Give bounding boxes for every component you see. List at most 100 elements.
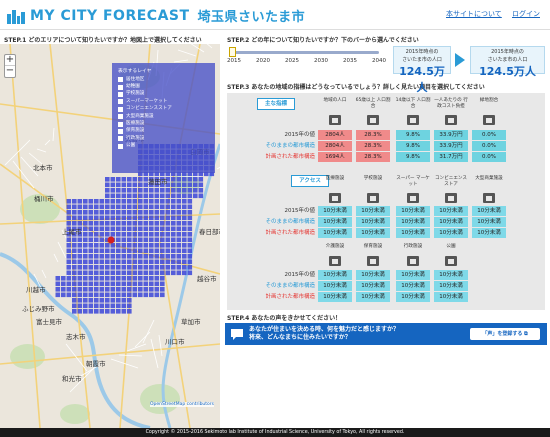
indicator-cell[interactable]: 33.9万円 [434,130,468,140]
mesh-cell [143,237,149,243]
indicator-cell[interactable]: 10分未満 [396,228,430,238]
indicator-cell[interactable]: 10分未満 [318,292,352,302]
mesh-cell [116,292,121,298]
indicator-cell[interactable]: 10分未満 [396,281,430,291]
year-label[interactable]: 2040 [372,58,386,64]
access-header[interactable]: 介護施設 [317,244,353,250]
checkbox-icon[interactable] [118,84,123,90]
access-header[interactable]: 学校施設 [355,176,391,182]
indicator-cell[interactable]: 10分未満 [434,270,468,280]
indicator-cell[interactable]: 10分未満 [318,206,352,216]
mesh-cell [132,215,138,221]
indicator-header[interactable]: 14歳以下 人口割合 [395,98,431,109]
mesh-cell [160,215,165,221]
indicator-cell[interactable]: 0.0% [472,141,506,151]
indicator-header[interactable]: 緑地割合 [471,98,507,104]
indicator-cell[interactable]: 28.3% [356,130,390,140]
indicator-cell[interactable]: 9.8% [396,130,430,140]
access-header[interactable]: コンビニエンス ストア [433,176,469,187]
checkbox-icon[interactable] [118,143,123,149]
access-header[interactable]: 保育施設 [355,244,391,250]
indicator-cell[interactable]: 10分未満 [356,292,390,302]
mesh-cell [77,248,83,254]
indicator-cell[interactable]: 10分未満 [318,217,352,227]
access-header[interactable]: 公園 [433,244,469,250]
map-attribution[interactable]: OpenStreetMap contributors [150,402,214,407]
indicator-cell[interactable]: 10分未満 [356,206,390,216]
indicator-cell[interactable]: 0.0% [472,152,506,162]
indicator-cell[interactable]: 33.9万円 [434,141,468,151]
access-header[interactable]: 大型商業施設 [471,176,507,182]
timeline-track[interactable] [231,51,379,54]
indicator-cell[interactable]: 10分未満 [396,292,430,302]
indicator-cell[interactable]: 28.3% [356,152,390,162]
indicator-cell[interactable]: 9.8% [396,141,430,151]
mesh-cell [110,309,116,314]
year-timeline[interactable]: 2015 2020 2025 2030 2035 2040 [227,45,397,65]
year-label[interactable]: 2035 [343,58,357,64]
checkbox-icon[interactable] [118,106,123,112]
indicator-cell[interactable]: 28.3% [356,141,390,151]
indicator-cell[interactable]: 10分未満 [396,206,430,216]
indicator-cell[interactable]: 10分未満 [434,217,468,227]
row-label: 計画された都市構造 [265,294,315,300]
indicator-cell[interactable]: 10分未満 [472,217,506,227]
people-icon [329,115,341,125]
checkbox-icon[interactable] [118,77,123,83]
indicator-cell[interactable]: 10分未満 [434,228,468,238]
mesh-cell [55,276,61,281]
mesh-cell [176,237,182,243]
year-label[interactable]: 2025 [285,58,299,64]
indicator-cell[interactable]: 10分未満 [318,270,352,280]
site-logo[interactable]: MY CITY FORECAST 埼玉県さいたま市 [6,6,305,25]
indicator-cell[interactable]: 1694人 [318,152,352,162]
section-main-indicators[interactable]: 主な指標 [257,98,295,110]
indicator-cell[interactable]: 10分未満 [396,270,430,280]
mesh-cell [77,243,83,248]
indicator-cell[interactable]: 2804人 [318,141,352,151]
about-link[interactable]: 本サイトについて [446,9,502,19]
indicator-cell[interactable]: 10分未満 [356,217,390,227]
indicator-cell[interactable]: 31.7万円 [434,152,468,162]
checkbox-icon[interactable] [118,99,123,105]
indicator-cell[interactable]: 10分未満 [396,217,430,227]
mesh-cell [121,292,127,298]
zoom-out-button[interactable]: − [5,66,15,77]
checkbox-icon[interactable] [118,136,123,142]
mesh-cell [88,199,94,204]
indicator-header[interactable]: 一人あたりの 行政コスト負担 [433,98,469,109]
indicator-cell[interactable]: 10分未満 [318,228,352,238]
indicator-cell[interactable]: 10分未満 [356,281,390,291]
year-label[interactable]: 2030 [314,58,328,64]
timeline-handle[interactable] [229,47,236,57]
indicator-cell[interactable]: 10分未満 [472,228,506,238]
indicator-header[interactable]: 地域の人口 [317,98,353,104]
mesh-cell [77,292,83,298]
access-header[interactable]: 行政施設 [395,244,431,250]
indicator-cell[interactable]: 10分未満 [472,206,506,216]
layer-item[interactable]: 公園 [118,143,209,150]
indicator-cell[interactable]: 10分未満 [434,281,468,291]
mesh-cell [116,270,121,276]
indicator-cell[interactable]: 10分未満 [434,206,468,216]
mesh-cell [165,254,171,259]
checkbox-icon[interactable] [118,91,123,97]
indicator-header[interactable]: 65歳以上 人口割合 [355,98,391,109]
access-header[interactable]: 医療施設 [317,176,353,182]
indicator-cell[interactable]: 10分未満 [356,228,390,238]
login-link[interactable]: ログイン [512,9,540,19]
indicator-cell[interactable]: 9.8% [396,152,430,162]
year-label[interactable]: 2015 [227,58,241,64]
indicator-cell[interactable]: 10分未満 [434,292,468,302]
checkbox-icon[interactable] [118,114,123,120]
checkbox-icon[interactable] [118,121,123,127]
register-voice-button[interactable]: 「声」を登録する ⧉ [470,328,540,340]
access-header[interactable]: スーパー マーケット [395,176,431,187]
indicator-cell[interactable]: 2804人 [318,130,352,140]
year-label[interactable]: 2020 [256,58,270,64]
indicator-cell[interactable]: 10分未満 [318,281,352,291]
mesh-cell [138,259,143,265]
checkbox-icon[interactable] [118,128,123,134]
indicator-cell[interactable]: 0.0% [472,130,506,140]
indicator-cell[interactable]: 10分未満 [356,270,390,280]
